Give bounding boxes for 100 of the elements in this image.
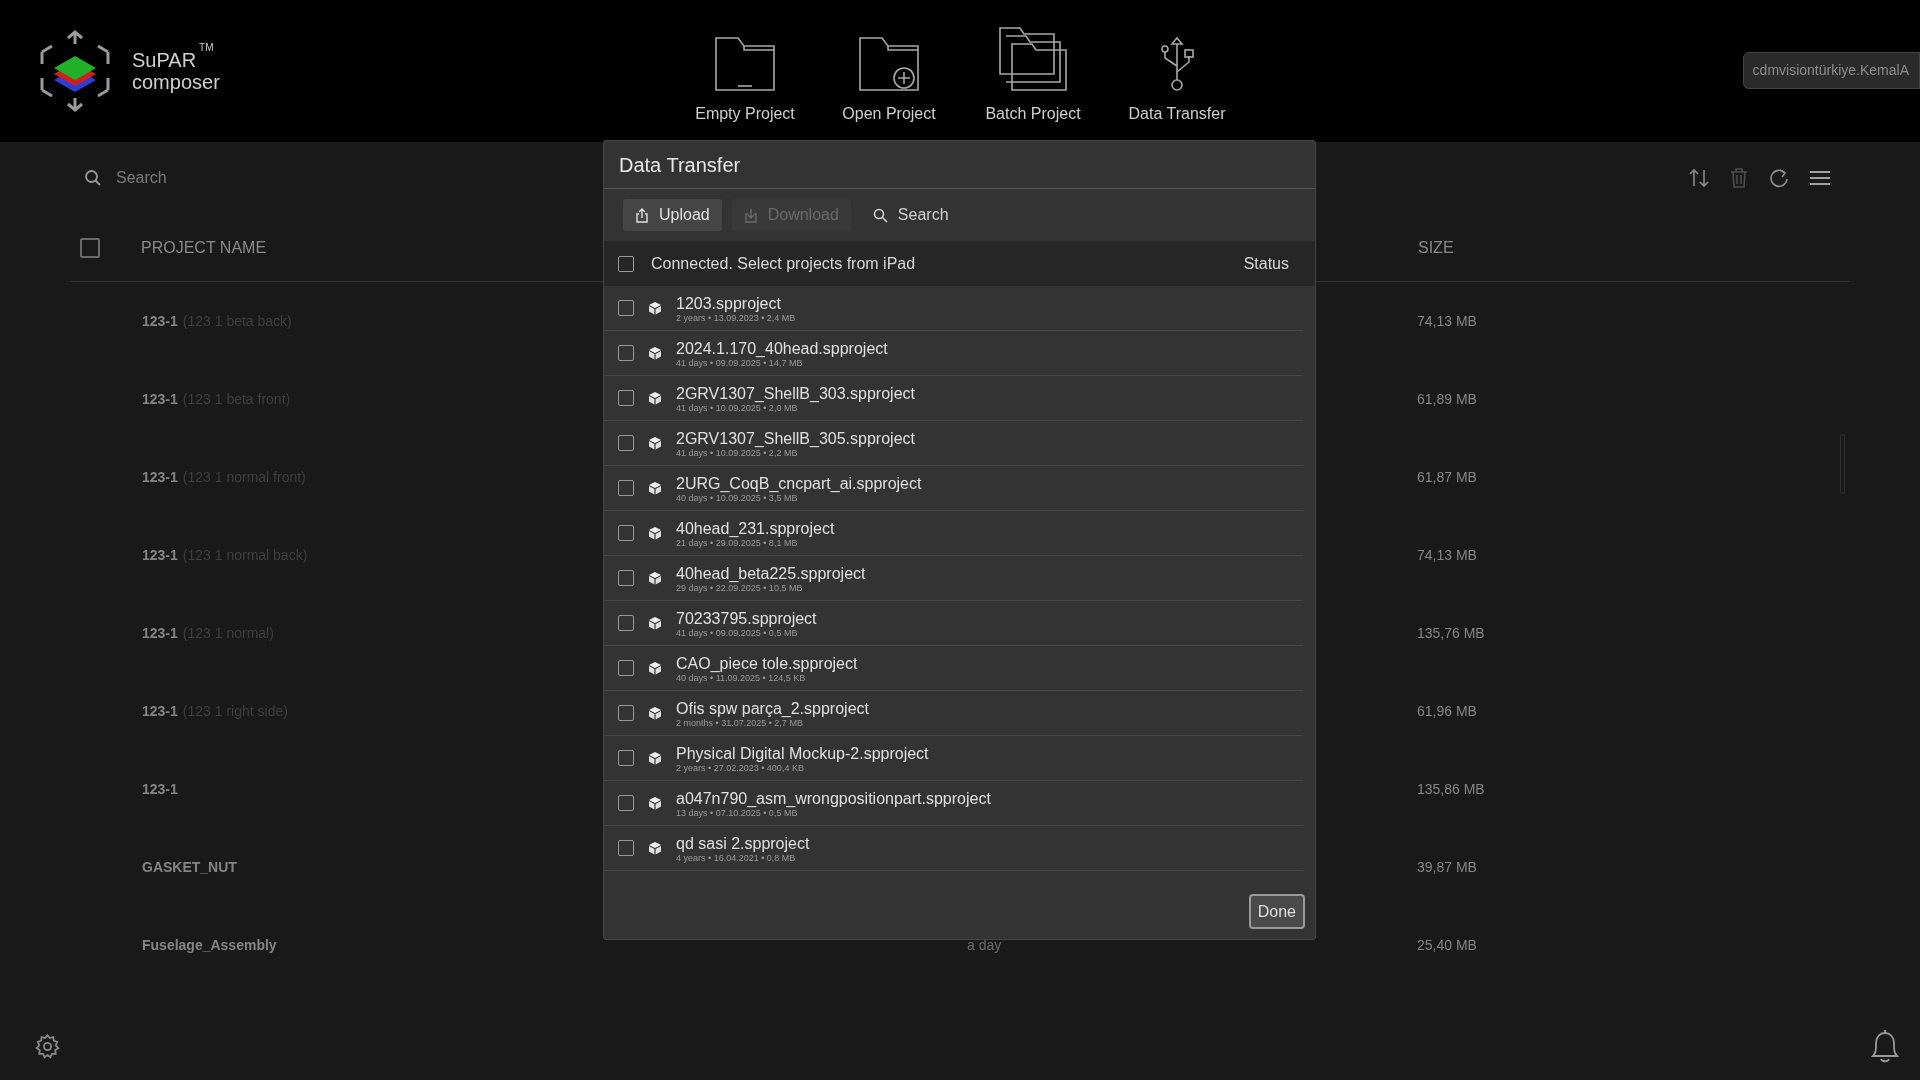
scrollbar[interactable] xyxy=(1840,434,1845,494)
project-name[interactable]: 123-1 xyxy=(142,778,178,800)
product-name: composer xyxy=(132,71,220,93)
file-checkbox[interactable] xyxy=(618,705,634,721)
file-meta: 2 months • 31.07.2025 • 2,7 MB xyxy=(676,717,804,728)
cube-icon xyxy=(648,751,662,765)
file-checkbox[interactable] xyxy=(618,480,634,496)
project-size: 74,13 MB xyxy=(1417,311,1477,331)
cube-icon xyxy=(648,661,662,675)
file-name[interactable]: 1203.spproject xyxy=(676,293,796,313)
project-size: 61,89 MB xyxy=(1417,389,1477,409)
file-checkbox[interactable] xyxy=(618,390,634,406)
folder-add-icon xyxy=(858,36,920,92)
file-name[interactable]: Physical Digital Mockup-2.spproject xyxy=(676,743,929,763)
file-checkbox[interactable] xyxy=(618,660,634,676)
file-meta: 41 days • 10.09.2025 • 2,2 MB xyxy=(676,447,799,458)
project-name[interactable]: 123-1 xyxy=(142,466,178,488)
project-size: 74,13 MB xyxy=(1417,545,1477,565)
file-meta: 2 years • 27.02.2023 • 400,4 KB xyxy=(676,762,805,773)
brand-name: SuPAR xyxy=(132,49,197,71)
settings-icon[interactable] xyxy=(34,1033,61,1060)
column-header[interactable]: SIZE xyxy=(1418,235,1454,260)
logo-icon xyxy=(38,30,112,112)
modified-date: a day xyxy=(967,935,1002,955)
project-name[interactable]: 123-1 xyxy=(142,388,178,410)
file-name[interactable]: CAO_piece tole.spproject xyxy=(676,653,858,673)
cube-icon xyxy=(648,616,662,630)
column-header: Status xyxy=(1243,253,1289,274)
upload-icon xyxy=(635,207,649,223)
file-checkbox[interactable] xyxy=(618,570,634,586)
sort-icon[interactable] xyxy=(1688,167,1710,189)
cube-icon xyxy=(648,391,662,405)
cube-icon xyxy=(648,706,662,720)
file-checkbox[interactable] xyxy=(618,840,634,856)
file-name[interactable]: qd sasi 2.spproject xyxy=(676,833,810,853)
notification-bell-icon[interactable] xyxy=(1868,1028,1902,1064)
file-name[interactable]: 40head_beta225.spproject xyxy=(676,563,866,583)
project-size: 135,86 MB xyxy=(1417,779,1485,799)
file-checkbox[interactable] xyxy=(618,300,634,316)
project-size: 61,96 MB xyxy=(1417,701,1477,721)
file-meta: 40 days • 10.09.2025 • 3,5 MB xyxy=(676,492,799,503)
project-name[interactable]: 123-1 xyxy=(142,700,178,722)
file-checkbox[interactable] xyxy=(618,795,634,811)
search-icon xyxy=(84,169,102,187)
cube-icon xyxy=(648,526,662,540)
project-size: 135,76 MB xyxy=(1417,623,1485,643)
file-meta: 29 days • 22.09.2025 • 10,5 MB xyxy=(676,582,804,593)
file-meta: 2 years • 13.09.2023 • 2,4 MB xyxy=(676,312,796,323)
toolbar-button[interactable]: Empty Project xyxy=(690,22,800,126)
dialog-title: Data Transfer xyxy=(619,152,741,178)
done-button[interactable]: Done xyxy=(1248,894,1305,929)
cube-icon xyxy=(648,301,662,315)
search-icon xyxy=(872,207,888,223)
file-checkbox[interactable] xyxy=(618,435,634,451)
project-name[interactable]: 123-1 xyxy=(142,310,178,332)
file-name[interactable]: a047n790_asm_wrongpositionpart.spproject xyxy=(676,788,991,808)
project-size: 61,87 MB xyxy=(1417,467,1477,487)
file-name[interactable]: 2024.1.170_40head.spproject xyxy=(676,338,888,358)
cube-icon xyxy=(648,436,662,450)
select-all-checkbox[interactable] xyxy=(80,237,100,258)
project-size: 25,40 MB xyxy=(1417,935,1477,955)
cube-icon xyxy=(648,346,662,360)
project-name[interactable]: Fuselage_Assembly xyxy=(142,934,277,956)
file-name[interactable]: 70233795.spproject xyxy=(676,608,817,628)
project-name[interactable]: 123-1 xyxy=(142,544,178,566)
download-icon xyxy=(743,207,758,223)
user-badge[interactable]: cdmvisiontürkiye.KemalA xyxy=(1742,52,1920,89)
file-meta: 41 days • 09.09.2025 • 0,5 MB xyxy=(676,627,799,638)
file-meta: 41 days • 10.09.2025 • 2,0 MB xyxy=(676,402,799,413)
toolbar-button[interactable]: Data Transfer xyxy=(1122,22,1232,126)
project-name[interactable]: 123-1 xyxy=(142,622,178,644)
toolbar-button[interactable]: Open Project xyxy=(834,22,944,126)
file-checkbox[interactable] xyxy=(618,345,634,361)
file-name[interactable]: 2URG_CoqB_cncpart_ai.spproject xyxy=(676,473,922,493)
file-meta: 13 days • 07.10.2025 • 0,5 MB xyxy=(676,807,799,818)
project-size: 39,87 MB xyxy=(1417,857,1477,877)
file-name[interactable]: 2GRV1307_ShellB_305.spproject xyxy=(676,428,915,448)
column-header[interactable]: PROJECT NAME xyxy=(141,235,267,260)
file-name[interactable]: Ofis spw parça_2.spproject xyxy=(676,698,869,718)
file-meta: 41 days • 09.09.2025 • 14,7 MB xyxy=(676,357,804,368)
file-meta: 4 years • 16.04.2021 • 0,8 MB xyxy=(676,852,797,863)
refresh-icon[interactable] xyxy=(1768,167,1790,189)
cube-icon xyxy=(648,571,662,585)
file-checkbox[interactable] xyxy=(618,750,634,766)
toolbar-button[interactable]: Batch Project xyxy=(978,22,1088,126)
file-checkbox[interactable] xyxy=(618,525,634,541)
tab[interactable]: Upload xyxy=(623,199,722,231)
file-meta: 21 days • 29.09.2025 • 8,1 MB xyxy=(676,537,799,548)
cube-icon xyxy=(648,481,662,495)
cube-icon xyxy=(648,796,662,810)
select-all-checkbox[interactable] xyxy=(618,255,634,272)
project-name[interactable]: GASKET_NUT xyxy=(142,856,237,878)
tab[interactable]: Search xyxy=(860,199,961,231)
cube-icon xyxy=(648,841,662,855)
search-field[interactable]: Search xyxy=(116,166,516,190)
file-name[interactable]: 40head_231.spproject xyxy=(676,518,835,538)
file-name[interactable]: 2GRV1307_ShellB_303.spproject xyxy=(676,383,915,403)
list-header-label: Connected. Select projects from iPad xyxy=(651,253,916,274)
file-checkbox[interactable] xyxy=(618,615,634,631)
folder-icon xyxy=(714,36,776,92)
